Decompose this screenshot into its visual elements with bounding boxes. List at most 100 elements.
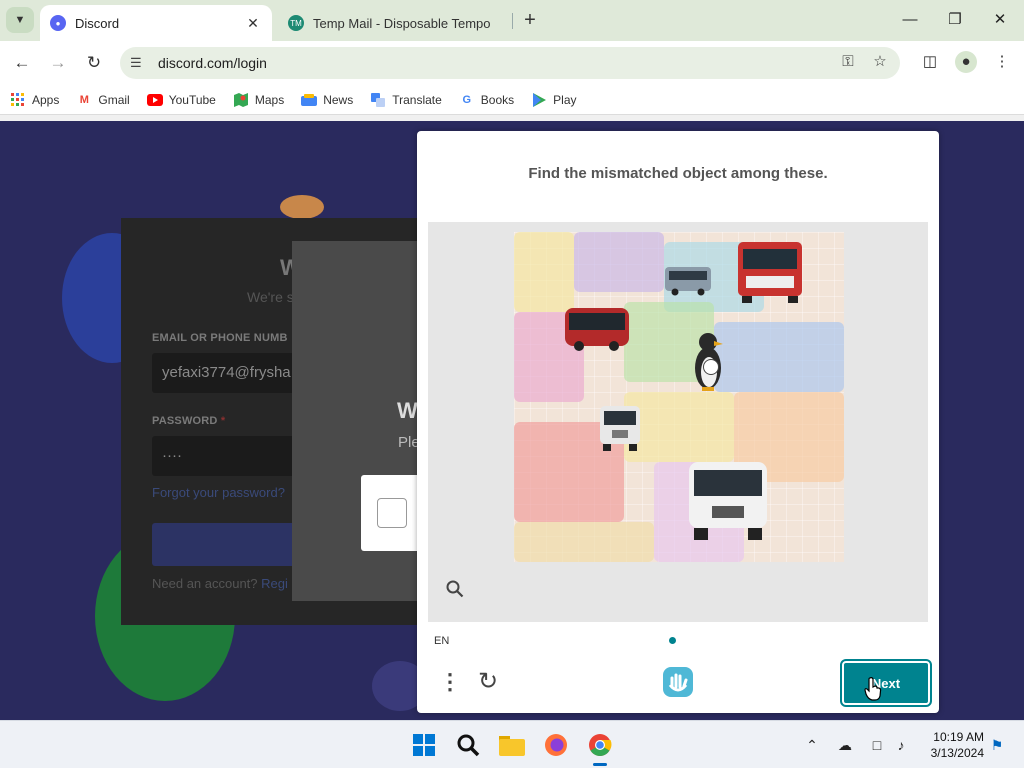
active-app-indicator <box>593 763 607 766</box>
bookmark-star-icon[interactable]: ☆ <box>869 51 891 73</box>
discord-login-page: W We're s EMAIL OR PHONE NUMB yefaxi3774… <box>0 121 1024 720</box>
reload-button[interactable]: ↻ <box>82 51 106 75</box>
address-bar[interactable]: ☰ discord.com/login <box>120 47 900 79</box>
close-tab-icon[interactable]: ✕ <box>244 15 262 32</box>
translate-icon <box>370 92 386 107</box>
tab-title: Discord <box>75 15 120 31</box>
pattern-tile <box>514 522 654 562</box>
browser-toolbar: ← → ↻ ☰ discord.com/login ⚿ ☆ ◫ ● ⋮ <box>0 41 1024 85</box>
site-info-icon[interactable]: ☰ <box>130 55 150 71</box>
bus-image <box>665 267 711 296</box>
bookmark-maps[interactable]: Maps <box>233 92 285 107</box>
firefox-icon[interactable] <box>542 731 570 759</box>
search-icon[interactable] <box>454 731 482 759</box>
onedrive-offline-icon[interactable]: ☁ <box>835 735 855 755</box>
verification-title: W <box>397 398 418 423</box>
minimize-button[interactable]: — <box>898 8 922 32</box>
captcha-checkbox[interactable] <box>377 498 407 528</box>
bookmark-label: Apps <box>32 92 60 107</box>
gmail-icon: M <box>79 93 89 106</box>
next-button[interactable]: Next <box>840 659 932 707</box>
new-tab-button[interactable]: + <box>518 8 542 32</box>
windows-taskbar: ⌃ ☁ □ ♪ 10:19 AM 3/13/2024 ⚑ <box>0 720 1024 768</box>
kebab-menu-icon[interactable]: ⋮ <box>439 669 461 695</box>
bookmark-apps[interactable]: Apps <box>10 92 60 107</box>
tray-overflow-chevron-icon[interactable]: ⌃ <box>802 735 822 755</box>
forward-button[interactable]: → <box>46 51 70 75</box>
tab-discord[interactable]: ● Discord ✕ <box>40 5 272 41</box>
required-marker: * <box>220 415 226 427</box>
bookmark-news[interactable]: News <box>301 93 353 107</box>
language-selector[interactable]: EN <box>434 635 449 647</box>
notifications-bell-icon[interactable]: ⚑ <box>987 735 1007 755</box>
password-label: PASSWORD * <box>152 415 225 427</box>
news-icon <box>301 93 318 107</box>
bus-image <box>600 406 640 451</box>
discord-favicon-icon: ● <box>50 15 66 31</box>
bus-image <box>565 308 629 351</box>
maps-icon <box>233 92 249 107</box>
bookmark-youtube[interactable]: YouTube <box>146 92 216 107</box>
apps-grid-icon <box>10 92 26 107</box>
cursor-marker <box>703 359 719 375</box>
zoom-icon[interactable] <box>446 580 468 602</box>
bookmark-label: Translate <box>392 92 442 107</box>
bus-image <box>738 242 802 303</box>
temp-mail-favicon-icon: TM <box>288 15 304 31</box>
bookmark-label: News <box>323 92 354 107</box>
pattern-tile <box>574 232 664 292</box>
back-button[interactable]: ← <box>10 51 34 75</box>
challenge-area <box>428 222 928 622</box>
tab-temp-mail[interactable]: TM Temp Mail - Disposable Tempo <box>278 5 508 41</box>
bookmark-label: Maps <box>254 92 285 107</box>
challenge-image[interactable] <box>514 232 844 562</box>
browser-tab-bar: ▼ ● Discord ✕ TM Temp Mail - Disposable … <box>0 0 1024 41</box>
forgot-password-link[interactable]: Forgot your password? <box>152 485 285 500</box>
challenge-progress-dot <box>669 637 676 644</box>
bookmark-gmail[interactable]: M Gmail <box>76 92 130 107</box>
register-link[interactable]: Regi <box>261 576 288 591</box>
refresh-icon[interactable]: ↻ <box>478 669 504 695</box>
login-subtitle: We're s <box>247 289 294 305</box>
bookmark-play[interactable]: Play <box>531 92 577 107</box>
google-icon: G <box>462 93 472 106</box>
chrome-icon[interactable] <box>586 731 614 759</box>
bookmark-translate[interactable]: Translate <box>370 92 442 107</box>
menu-kebab-icon[interactable]: ⋮ <box>991 51 1013 73</box>
close-window-button[interactable]: ✕ <box>988 8 1012 32</box>
chevron-down-icon: ▼ <box>14 14 26 26</box>
windows-start-icon[interactable] <box>410 731 438 759</box>
hcaptcha-logo-icon <box>661 665 695 699</box>
volume-muted-icon[interactable]: ♪ <box>891 735 911 755</box>
url-text: discord.com/login <box>158 55 267 71</box>
bookmark-books[interactable]: G Books <box>459 92 515 107</box>
password-label-text: PASSWORD <box>152 415 218 427</box>
hand-pointer-icon <box>864 677 882 701</box>
bookmark-label: Play <box>553 92 577 107</box>
network-icon[interactable]: □ <box>867 735 887 755</box>
pattern-tile <box>714 322 844 392</box>
bookmark-label: Books <box>480 92 515 107</box>
clock-date: 3/13/2024 <box>930 746 984 760</box>
youtube-icon <box>146 93 163 107</box>
bus-image <box>689 462 767 540</box>
email-label: EMAIL OR PHONE NUMB <box>152 332 288 344</box>
profile-avatar-icon[interactable]: ● <box>955 51 977 73</box>
password-key-icon[interactable]: ⚿ <box>837 51 859 73</box>
play-store-icon <box>531 92 547 107</box>
pattern-tile <box>514 232 574 312</box>
decorative-bird <box>280 195 324 219</box>
bookmark-label: Gmail <box>98 92 130 107</box>
clock-time: 10:19 AM <box>933 730 984 744</box>
restore-button[interactable]: ❐ <box>943 8 967 32</box>
bookmark-label: YouTube <box>168 92 216 107</box>
register-text: Need an account? <box>152 576 262 591</box>
challenge-prompt: Find the mismatched object among these. <box>528 165 828 182</box>
register-prompt: Need an account? Regi <box>152 576 288 591</box>
tab-search-button[interactable]: ▼ <box>6 7 34 33</box>
file-explorer-icon[interactable] <box>498 731 526 759</box>
tab-title: Temp Mail - Disposable Tempo <box>313 15 491 31</box>
side-panel-icon[interactable]: ◫ <box>919 51 941 73</box>
system-clock[interactable]: 10:19 AM 3/13/2024 <box>922 729 984 761</box>
hcaptcha-challenge-dialog: Find the mismatched object among these. <box>417 131 939 713</box>
